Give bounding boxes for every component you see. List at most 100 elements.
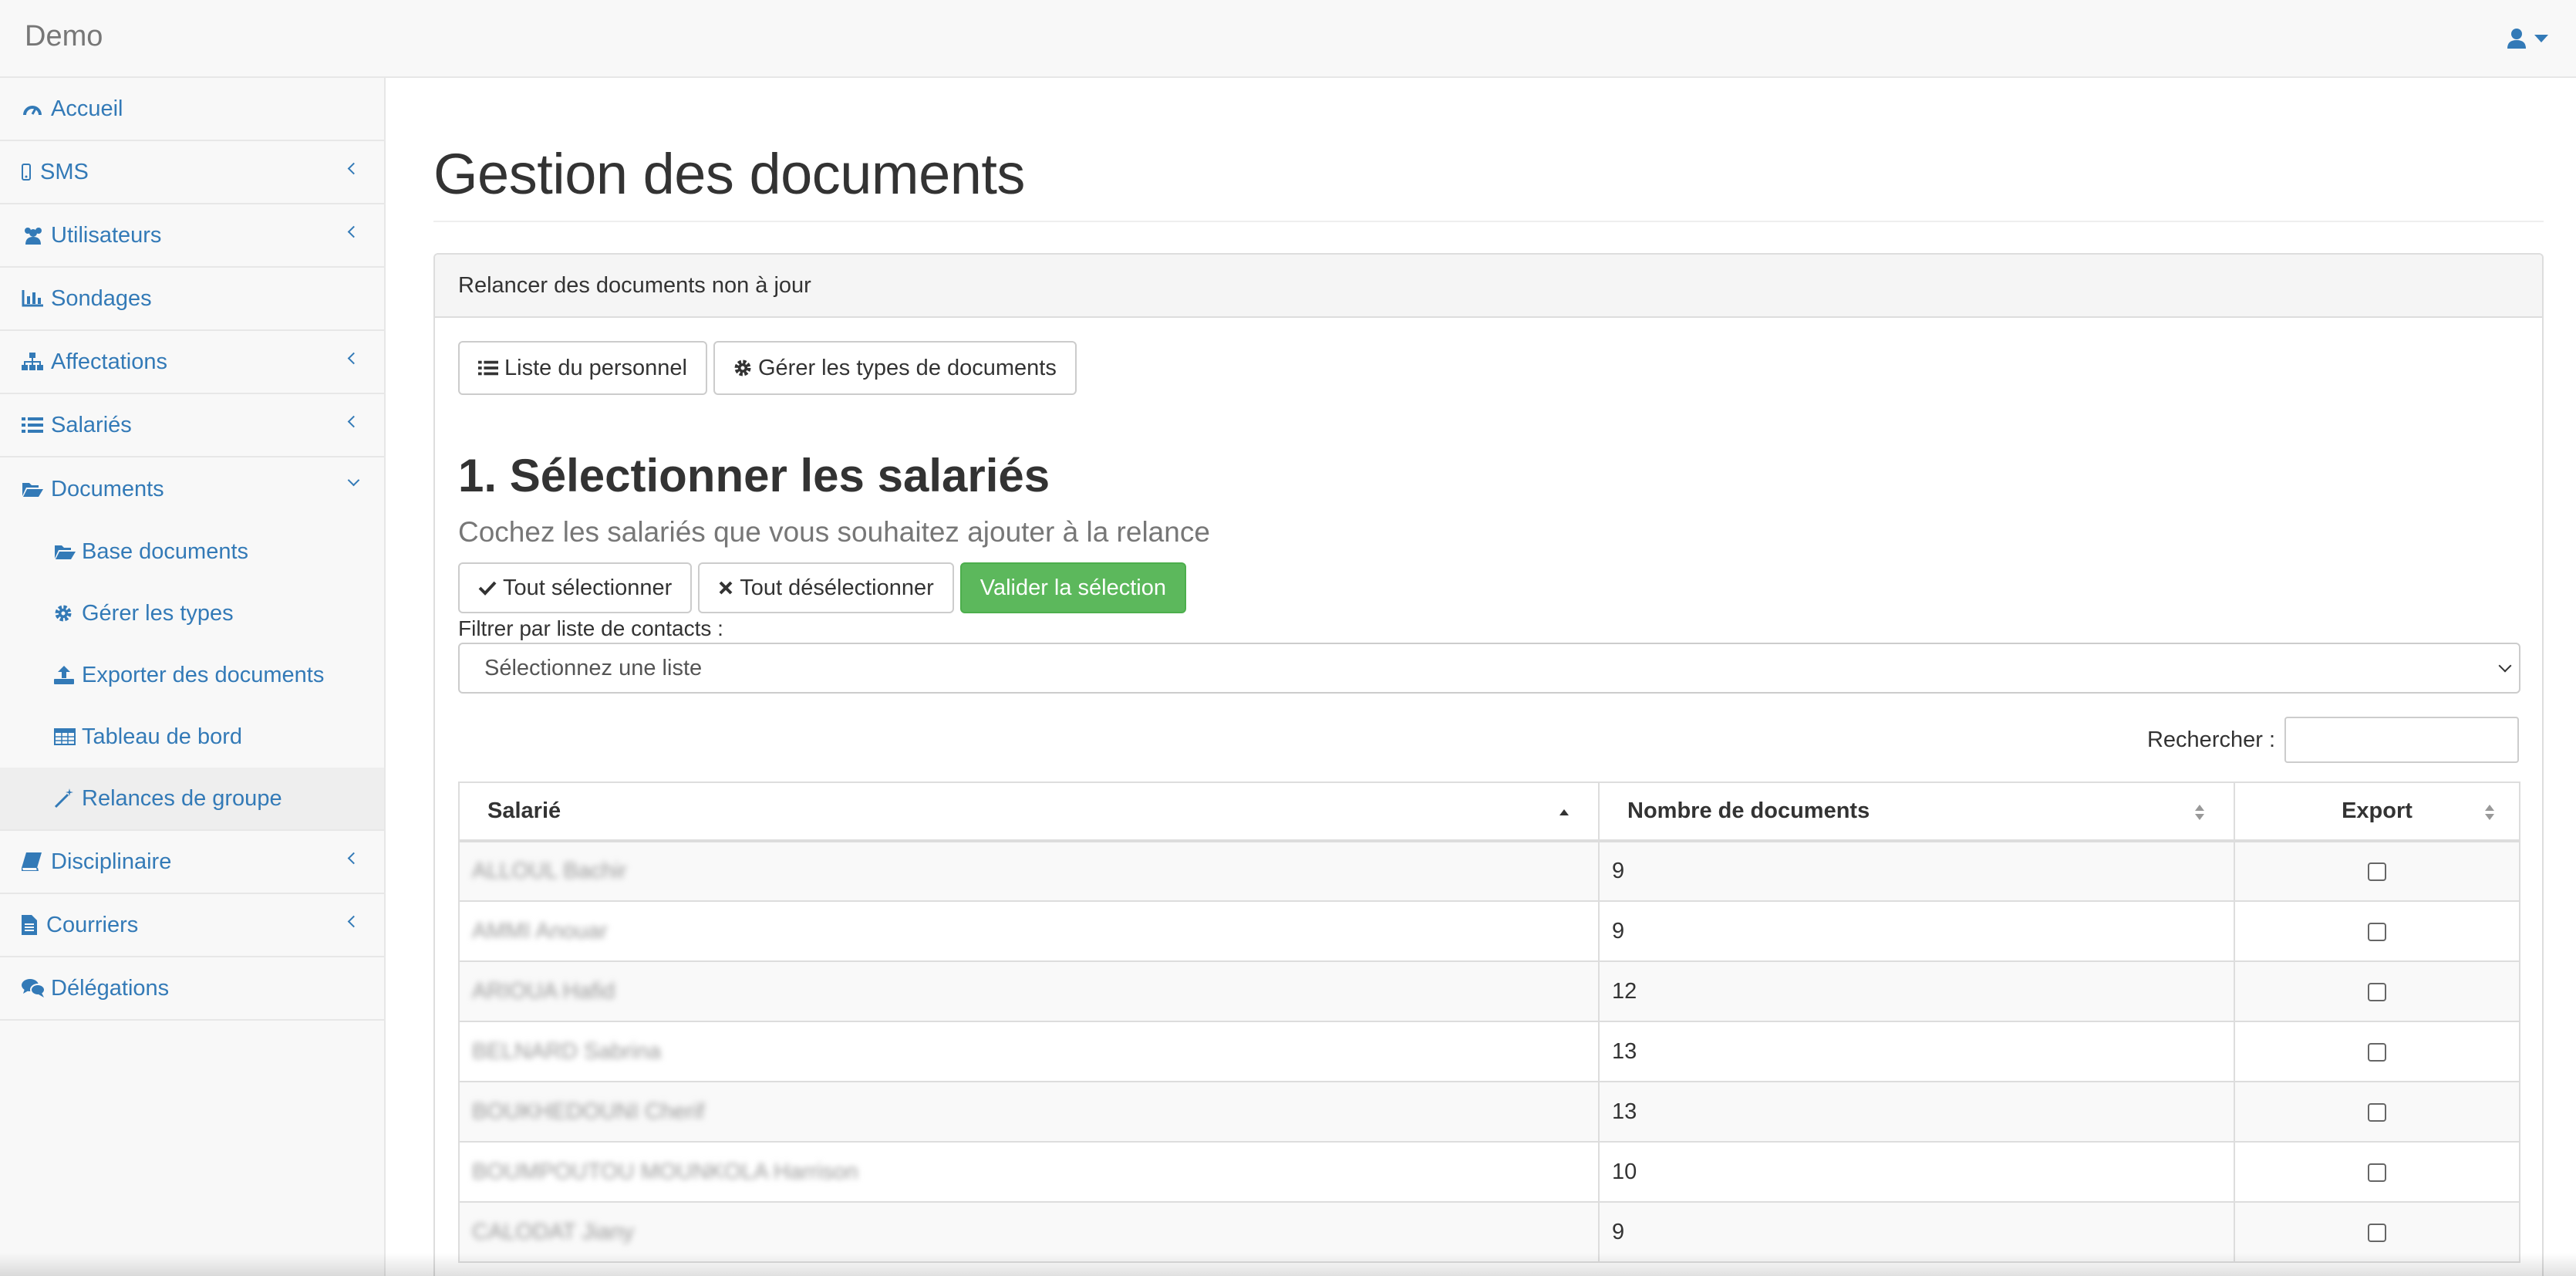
users-icon [22,226,48,245]
column-header-nombre[interactable]: Nombre de documents [1598,781,2235,842]
sort-icon [2195,805,2204,820]
sort-ascending-icon [1559,809,1569,815]
export-checkbox[interactable] [2368,1042,2386,1062]
sidebar-subitem-label: Tableau de bord [82,724,242,749]
book-icon [22,852,48,871]
folder-open-icon [22,481,48,498]
sidebar-item-utilisateurs[interactable]: Utilisateurs [0,204,384,268]
bar-chart-icon [22,290,48,307]
export-checkbox[interactable] [2368,1163,2386,1182]
personnel-list-button[interactable]: Liste du personnel [458,341,707,395]
export-checkbox[interactable] [2368,922,2386,941]
sidebar-item-sondages[interactable]: Sondages [0,268,384,331]
export-checkbox[interactable] [2368,1102,2386,1122]
table-row: ARIOUA Hafid 12 [458,960,2520,1022]
sidebar-subitem-label: Exporter des documents [82,662,325,687]
chevron-down-icon [2498,659,2512,673]
sidebar-item-sms[interactable]: SMS [0,141,384,204]
chevron-down-icon [2534,35,2548,42]
sidebar-item-label: Courriers [46,912,139,937]
contact-list-select[interactable]: Sélectionnez une liste [458,643,2520,694]
button-label: Liste du personnel [504,355,687,380]
documents-submenu: Base documents Gérer les types Exporter … [0,521,384,831]
mobile-icon [22,164,37,181]
dashboard-icon [22,100,48,118]
chevron-left-icon [347,852,360,865]
table-icon [54,728,80,745]
brand-link[interactable]: Demo [25,20,103,53]
document-count: 13 [1598,1021,2235,1082]
table-row: BELNARD Sabrina 13 [458,1021,2520,1082]
sidebar-item-disciplinaire[interactable]: Disciplinaire [0,831,384,894]
comments-icon [22,978,48,998]
manage-document-types-button[interactable]: Gérer les types de documents [713,341,1077,395]
sidebar-item-accueil[interactable]: Accueil [0,78,384,141]
table-row: ALLOUL Bachir 9 [458,840,2520,902]
gear-icon [54,604,80,623]
button-label: Tout sélectionner [503,575,673,600]
employee-name: BOUKHEDOUNI Cherif [472,1099,705,1124]
column-header-export[interactable]: Export [2234,781,2520,842]
document-count: 9 [1598,900,2235,962]
check-icon [478,581,497,596]
search-row: Rechercher : [458,717,2519,763]
export-checkbox[interactable] [2368,1223,2386,1242]
export-checkbox[interactable] [2368,862,2386,882]
sidebar-subitem-base-documents[interactable]: Base documents [0,521,384,582]
sitemap-icon [22,353,48,371]
column-header-label: Export [2342,798,2412,823]
employee-name: BELNARD Sabrina [472,1038,661,1064]
employee-name: CALODAT Jiany [472,1219,635,1244]
sidebar-item-courriers[interactable]: Courriers [0,894,384,957]
sidebar-subitem-label: Gérer les types [82,600,234,626]
sidebar-item-documents[interactable]: Documents [0,457,384,521]
chevron-down-icon [347,474,360,487]
document-count: 9 [1598,840,2235,902]
button-label: Tout désélectionner [740,575,934,600]
sidebar-item-label: Salariés [51,412,132,437]
validate-selection-button[interactable]: Valider la sélection [959,562,1187,613]
sidebar-subitem-tableau-bord[interactable]: Tableau de bord [0,706,384,768]
user-menu[interactable] [2507,25,2548,52]
export-checkbox[interactable] [2368,982,2386,1001]
employee-name: ALLOUL Bachir [472,859,627,883]
chevron-left-icon [347,352,360,365]
close-icon [719,581,733,595]
folder-open-icon [54,543,80,560]
chevron-left-icon [347,225,360,238]
section-title: 1. Sélectionner les salariés [458,450,1050,501]
sidebar-subitem-gerer-types[interactable]: Gérer les types [0,582,384,644]
gear-icon [734,360,751,376]
top-navbar: Demo [0,0,2576,78]
sidebar-item-affectations[interactable]: Affectations [0,331,384,394]
table-row: BOUKHEDOUNI Cherif 13 [458,1081,2520,1143]
deselect-all-button[interactable]: Tout désélectionner [698,562,954,613]
sidebar-subitem-label: Relances de groupe [82,785,282,811]
select-all-button[interactable]: Tout sélectionner [458,562,693,613]
sidebar-item-salaries[interactable]: Salariés [0,394,384,457]
filter-label: Filtrer par liste de contacts : [458,616,723,640]
panel-heading: Relancer des documents non à jour [435,255,2542,318]
employee-name: ARIOUA Hafid [472,978,615,1004]
sidebar-item-delegations[interactable]: Délégations [0,957,384,1021]
button-label: Gérer les types de documents [758,355,1057,380]
list-icon [478,360,498,376]
document-count: 12 [1598,960,2235,1022]
column-header-salarie[interactable]: Salarié [458,781,1600,842]
table-row: BOUMPOUTOU MOUNKOLA Harrison 10 [458,1141,2520,1203]
chevron-left-icon [347,415,360,428]
column-header-label: Nombre de documents [1627,798,1870,823]
sidebar-subitem-relances-groupe[interactable]: Relances de groupe [0,768,384,829]
sidebar-item-label: Utilisateurs [51,222,162,248]
sidebar-subitem-exporter[interactable]: Exporter des documents [0,644,384,706]
employee-name: BOUMPOUTOU MOUNKOLA Harrison [472,1159,858,1184]
chevron-left-icon [347,915,360,928]
sidebar-item-label: SMS [40,159,89,184]
employee-name: AMMI Anouar [472,918,608,943]
sidebar: Accueil SMS Utilisateurs Sondages Affect… [0,78,386,1276]
user-icon [2507,29,2526,49]
sort-icon [2485,805,2494,820]
search-input[interactable] [2284,717,2519,763]
chevron-left-icon [347,162,360,175]
table-row: AMMI Anouar 9 [458,900,2520,962]
